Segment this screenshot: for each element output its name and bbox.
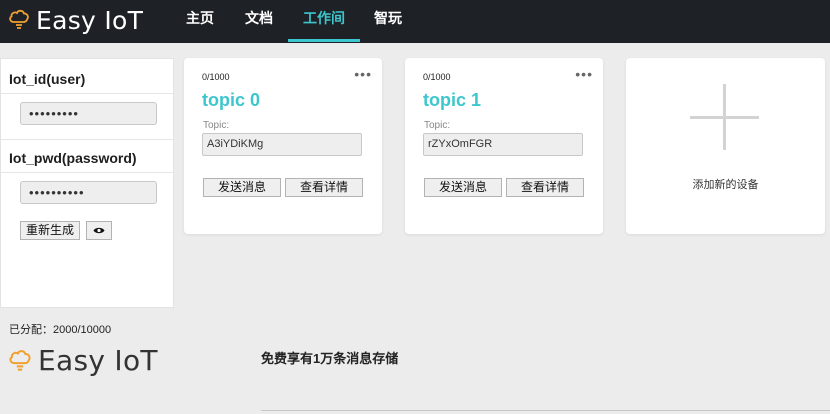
topic-label: Topic: bbox=[424, 120, 451, 131]
topic-title: topic 0 bbox=[202, 90, 261, 110]
nav-workspace[interactable]: 工作间 bbox=[303, 0, 345, 43]
divider bbox=[1, 139, 173, 140]
top-navbar: Easy IoT 主页 文档 工作间 智玩 bbox=[0, 0, 830, 43]
topic-id-field[interactable]: rZYxOmFGR bbox=[423, 133, 583, 156]
regenerate-button[interactable]: 重新生成 bbox=[20, 221, 80, 240]
footer-divider bbox=[261, 410, 830, 411]
view-details-button[interactable]: 查看详情 bbox=[285, 178, 363, 197]
divider bbox=[1, 93, 173, 94]
add-device-card[interactable]: 添加新的设备 bbox=[626, 58, 825, 234]
brand-name: Easy IoT bbox=[36, 5, 144, 35]
topic-card: 0/1000 ••• topic 1 Topic: rZYxOmFGR 发送消息… bbox=[405, 58, 603, 234]
divider bbox=[1, 172, 173, 173]
cloud-lightbulb-icon bbox=[9, 349, 31, 371]
nav-docs[interactable]: 文档 bbox=[245, 0, 273, 43]
brand-logo[interactable]: Easy IoT bbox=[8, 4, 143, 36]
show-password-button[interactable] bbox=[86, 221, 112, 240]
plus-icon bbox=[690, 116, 759, 119]
send-message-button[interactable]: 发送消息 bbox=[203, 178, 281, 197]
more-options-icon[interactable]: ••• bbox=[354, 66, 372, 82]
footer-slogan: 免费享有1万条消息存储 bbox=[261, 351, 399, 366]
topic-label: Topic: bbox=[203, 120, 230, 131]
cloud-lightbulb-icon bbox=[9, 9, 29, 29]
eye-icon bbox=[93, 227, 105, 234]
message-count: 0/1000 bbox=[202, 72, 230, 82]
allocation-status: 已分配：2000/10000 bbox=[9, 324, 112, 336]
more-options-icon[interactable]: ••• bbox=[575, 66, 593, 82]
view-details-button[interactable]: 查看详情 bbox=[506, 178, 584, 197]
footer-logo: Easy IoT bbox=[8, 344, 158, 377]
topic-id-field[interactable]: A3iYDiKMg bbox=[202, 133, 362, 156]
iot-id-label: Iot_id(user) bbox=[9, 71, 86, 87]
topic-title: topic 1 bbox=[423, 90, 482, 110]
message-count: 0/1000 bbox=[423, 72, 451, 82]
footer-brand-name: Easy IoT bbox=[38, 344, 158, 377]
send-message-button[interactable]: 发送消息 bbox=[424, 178, 502, 197]
nav-active-indicator bbox=[288, 39, 360, 42]
iot-pwd-label: Iot_pwd(password) bbox=[9, 150, 137, 166]
iot-pwd-field[interactable]: •••••••••• bbox=[20, 181, 157, 204]
nav-home[interactable]: 主页 bbox=[186, 0, 214, 43]
nav-smartplay[interactable]: 智玩 bbox=[374, 0, 402, 43]
add-device-label: 添加新的设备 bbox=[692, 179, 759, 191]
topic-card: 0/1000 ••• topic 0 Topic: A3iYDiKMg 发送消息… bbox=[184, 58, 382, 234]
iot-id-field[interactable]: ••••••••• bbox=[20, 102, 157, 125]
credentials-panel: Iot_id(user) ••••••••• Iot_pwd(password)… bbox=[0, 58, 174, 336]
